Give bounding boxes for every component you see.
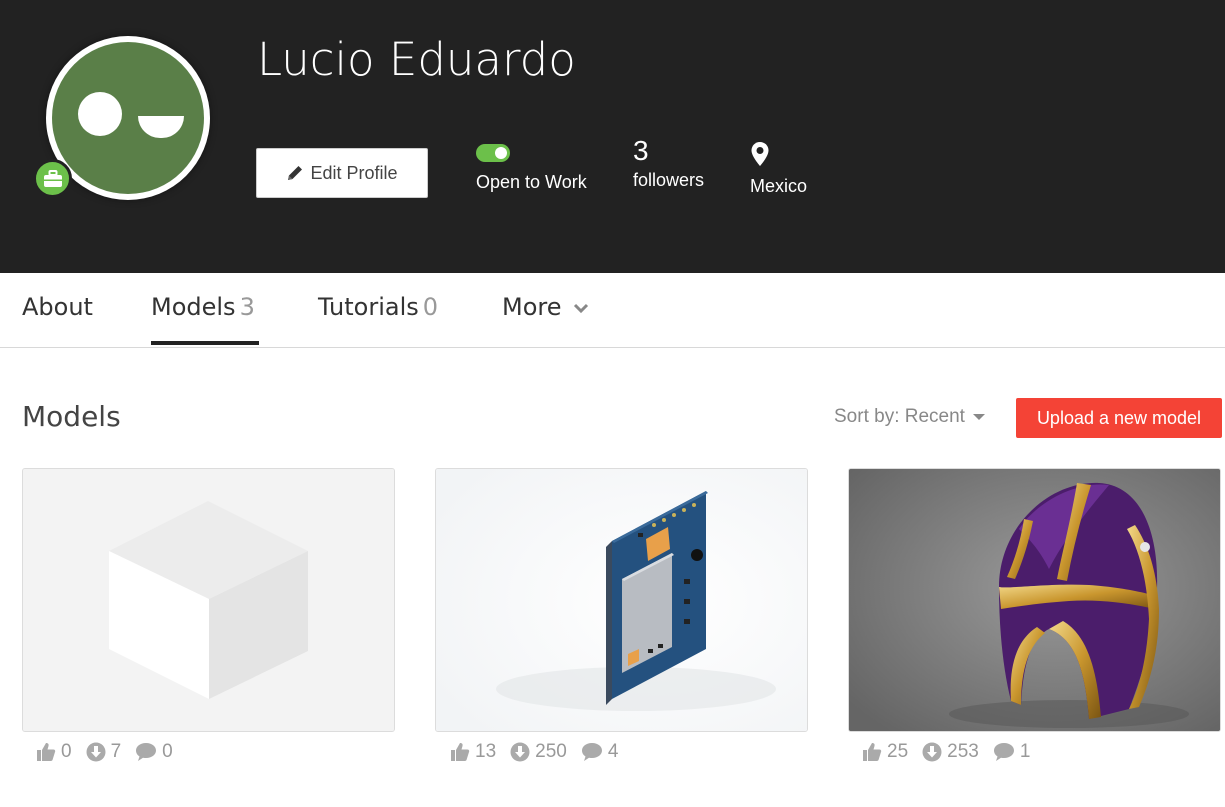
comments-stat[interactable]: 0 bbox=[135, 741, 173, 763]
likes-count: 25 bbox=[887, 741, 909, 762]
comment-icon bbox=[581, 743, 602, 761]
pencil-icon bbox=[288, 166, 303, 180]
followers-label: followers bbox=[633, 170, 705, 190]
downloads-count: 250 bbox=[535, 741, 567, 762]
edit-profile-button[interactable]: Edit Profile bbox=[256, 148, 428, 198]
model-card[interactable] bbox=[22, 468, 395, 732]
comment-icon bbox=[993, 743, 1014, 761]
briefcase-icon bbox=[33, 159, 72, 198]
sort-dropdown[interactable]: Sort by: Recent bbox=[834, 406, 986, 428]
open-to-work[interactable]: Open to Work bbox=[476, 144, 587, 193]
avatar-eye-right bbox=[138, 116, 184, 138]
tab-models-label: Models bbox=[151, 293, 236, 321]
likes-count: 0 bbox=[61, 741, 72, 762]
tab-tutorials-count: 0 bbox=[422, 293, 439, 321]
likes-stat[interactable]: 25 bbox=[862, 741, 908, 763]
location-stat: Mexico bbox=[750, 141, 807, 197]
comment-icon bbox=[136, 743, 157, 761]
download-icon bbox=[86, 742, 106, 762]
card-stats: 25 253 1 bbox=[862, 741, 1030, 763]
downloads-stat: 7 bbox=[86, 741, 122, 763]
followers-count: 3 bbox=[633, 135, 649, 166]
card-stats: 13 250 4 bbox=[450, 741, 618, 763]
profile-header: Lucio Eduardo Edit Profile Open to Work … bbox=[0, 0, 1225, 273]
downloads-count: 7 bbox=[110, 741, 122, 762]
profile-name: Lucio Eduardo bbox=[257, 33, 576, 86]
upload-model-button[interactable]: Upload a new model bbox=[1016, 398, 1222, 438]
tab-more-label: More bbox=[502, 293, 562, 321]
helmet-image bbox=[849, 469, 1220, 731]
download-icon bbox=[922, 742, 942, 762]
model-card[interactable] bbox=[848, 468, 1221, 732]
edit-profile-label: Edit Profile bbox=[310, 162, 398, 183]
tab-models[interactable]: Models 3 bbox=[151, 293, 255, 321]
avatar-image bbox=[52, 42, 204, 194]
location-pin-icon bbox=[751, 142, 769, 166]
open-to-work-label: Open to Work bbox=[476, 172, 587, 192]
followers-stat[interactable]: 3 followers bbox=[633, 134, 704, 191]
comments-stat[interactable]: 1 bbox=[993, 741, 1031, 763]
likes-stat[interactable]: 0 bbox=[36, 741, 72, 763]
likes-count: 13 bbox=[475, 741, 497, 762]
comments-stat[interactable]: 4 bbox=[581, 741, 619, 763]
location-label: Mexico bbox=[750, 176, 808, 196]
circuit-board-image bbox=[436, 469, 807, 731]
tab-tutorials-label: Tutorials bbox=[318, 293, 419, 321]
sort-label: Sort by: Recent bbox=[834, 406, 965, 427]
download-icon bbox=[510, 742, 530, 762]
placeholder-cube-image bbox=[23, 469, 394, 731]
downloads-stat: 253 bbox=[922, 741, 979, 763]
caret-down-icon bbox=[973, 413, 986, 420]
tab-tutorials[interactable]: Tutorials 0 bbox=[318, 293, 438, 321]
comments-count: 4 bbox=[607, 741, 619, 762]
downloads-count: 253 bbox=[947, 741, 979, 762]
active-tab-indicator bbox=[151, 341, 259, 345]
model-card[interactable] bbox=[435, 468, 808, 732]
tab-models-count: 3 bbox=[239, 293, 255, 321]
downloads-stat: 250 bbox=[510, 741, 567, 763]
models-section-title: Models bbox=[22, 400, 121, 433]
thumbs-up-icon bbox=[863, 743, 882, 761]
avatar-eye-left bbox=[78, 92, 122, 136]
thumbs-up-icon bbox=[451, 743, 470, 761]
tab-about[interactable]: About bbox=[22, 293, 93, 321]
open-to-work-toggle[interactable] bbox=[476, 144, 510, 162]
likes-stat[interactable]: 13 bbox=[450, 741, 496, 763]
tab-more[interactable]: More bbox=[502, 293, 589, 321]
chevron-down-icon bbox=[574, 303, 589, 314]
comments-count: 1 bbox=[1019, 741, 1031, 762]
tab-about-label: About bbox=[22, 293, 93, 321]
card-stats: 0 7 0 bbox=[36, 741, 173, 763]
profile-tabs: About Models 3 Tutorials 0 More bbox=[0, 273, 1225, 348]
comments-count: 0 bbox=[162, 741, 173, 762]
thumbs-up-icon bbox=[37, 743, 56, 761]
